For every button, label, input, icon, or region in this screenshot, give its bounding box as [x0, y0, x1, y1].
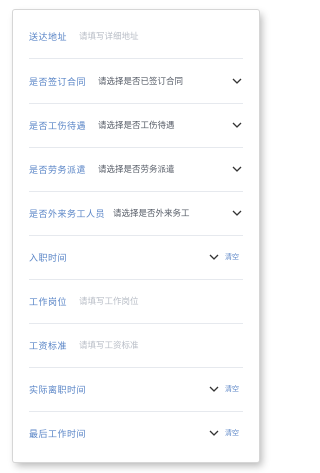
wage-standard-input[interactable]: 请填写工资标准: [79, 339, 243, 351]
foreign-worker-select[interactable]: 请选择是否外来务工: [113, 207, 231, 219]
leave-time-row[interactable]: 实际离职时间 清空: [29, 367, 243, 412]
chevron-down-icon[interactable]: [208, 252, 220, 262]
wage-standard-label: 工资标准: [29, 341, 68, 352]
chevron-down-icon[interactable]: [231, 76, 243, 86]
address-label: 送达地址: [29, 32, 68, 43]
entry-time-row[interactable]: 入职时间 清空: [29, 235, 243, 280]
chevron-down-icon[interactable]: [231, 164, 243, 174]
chevron-down-icon[interactable]: [208, 428, 220, 438]
sign-contract-label: 是否签订合同: [29, 77, 87, 88]
position-input[interactable]: 请填写工作岗位: [79, 295, 243, 307]
wage-standard-row[interactable]: 工资标准 请填写工资标准: [29, 323, 243, 368]
labor-dispatch-select[interactable]: 请选择是否劳务派遣: [98, 163, 231, 175]
form-card: 送达地址 请填写详细地址 是否签订合同 请选择是否已签订合同 是否工伤待遇 请选…: [13, 10, 259, 462]
clear-button[interactable]: 清空: [225, 252, 239, 262]
chevron-down-icon[interactable]: [231, 120, 243, 130]
work-benefits-row[interactable]: 是否工伤待遇 请选择是否工伤待遇: [29, 103, 243, 148]
work-benefits-select[interactable]: 请选择是否工伤待遇: [98, 119, 231, 131]
foreign-worker-label: 是否外来务工人员: [29, 209, 106, 220]
chevron-down-icon[interactable]: [231, 208, 243, 218]
position-row[interactable]: 工作岗位 请填写工作岗位: [29, 279, 243, 324]
address-row[interactable]: 送达地址 请填写详细地址: [29, 14, 243, 59]
labor-dispatch-row[interactable]: 是否劳务派遣 请选择是否劳务派遣: [29, 147, 243, 192]
address-input[interactable]: 请填写详细地址: [79, 30, 243, 42]
foreign-worker-row[interactable]: 是否外来务工人员 请选择是否外来务工: [29, 191, 243, 236]
leave-time-label: 实际离职时间: [29, 385, 87, 396]
clear-button[interactable]: 清空: [225, 384, 239, 394]
last-work-time-label: 最后工作时间: [29, 429, 87, 440]
position-label: 工作岗位: [29, 297, 68, 308]
last-work-time-row[interactable]: 最后工作时间 清空: [29, 411, 243, 455]
sign-contract-row[interactable]: 是否签订合同 请选择是否已签订合同: [29, 59, 243, 104]
labor-dispatch-label: 是否劳务派遣: [29, 165, 87, 176]
chevron-down-icon[interactable]: [208, 384, 220, 394]
work-benefits-label: 是否工伤待遇: [29, 121, 87, 132]
clear-button[interactable]: 清空: [225, 428, 239, 438]
sign-contract-select[interactable]: 请选择是否已签订合同: [98, 75, 231, 87]
entry-time-label: 入职时间: [29, 253, 68, 264]
